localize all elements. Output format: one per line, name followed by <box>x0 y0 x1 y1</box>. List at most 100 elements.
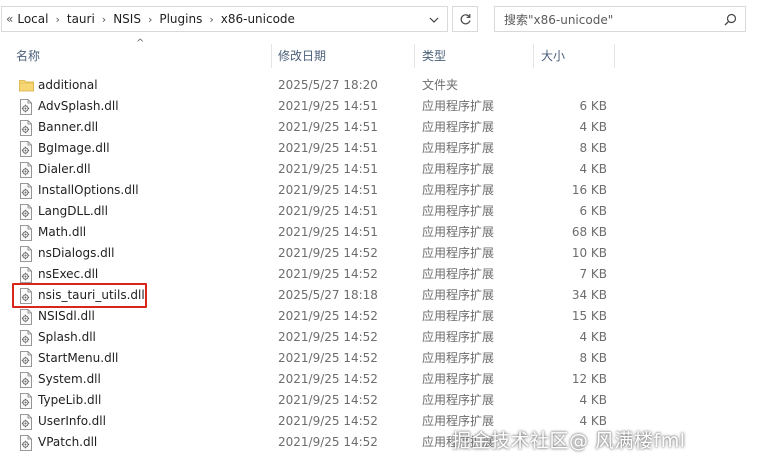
breadcrumb-tauri[interactable]: tauri <box>65 12 97 26</box>
column-divider[interactable] <box>414 44 415 68</box>
file-type: 应用程序扩展 <box>422 204 495 218</box>
file-date: 2021/9/25 14:51 <box>278 225 378 239</box>
file-size: 12 KB <box>571 372 607 386</box>
dll-file-icon <box>19 372 33 388</box>
folder-icon <box>19 78 34 93</box>
file-type: 应用程序扩展 <box>422 246 495 260</box>
refresh-button[interactable] <box>452 6 478 32</box>
file-type: 应用程序扩展 <box>422 141 495 155</box>
dll-file-icon <box>19 204 33 220</box>
sort-ascending-icon: ^ <box>136 38 145 49</box>
file-date: 2021/9/25 14:52 <box>278 267 378 281</box>
breadcrumb-separator-icon[interactable]: › <box>97 13 111 26</box>
file-name: Math.dll <box>38 225 87 239</box>
file-type: 应用程序扩展 <box>422 393 495 407</box>
breadcrumb-separator-icon[interactable]: › <box>204 13 218 26</box>
dll-file-icon <box>19 183 33 199</box>
list-item[interactable]: System.dll 2021/9/25 14:52 应用程序扩展 12 KB <box>0 369 759 390</box>
list-item[interactable]: nsExec.dll 2021/9/25 14:52 应用程序扩展 7 KB <box>0 264 759 285</box>
breadcrumb-plugins[interactable]: Plugins <box>157 12 204 26</box>
column-divider[interactable] <box>271 44 272 68</box>
file-date: 2021/9/25 14:51 <box>278 99 378 113</box>
file-type: 应用程序扩展 <box>422 309 495 323</box>
file-date: 2021/9/25 14:52 <box>278 246 378 260</box>
list-item[interactable]: AdvSplash.dll 2021/9/25 14:51 应用程序扩展 6 KB <box>0 96 759 117</box>
file-name: NSISdl.dll <box>38 309 95 323</box>
breadcrumb-local[interactable]: Local <box>15 12 50 26</box>
file-type: 应用程序扩展 <box>422 372 495 386</box>
list-item[interactable]: nsDialogs.dll 2021/9/25 14:52 应用程序扩展 10 KB <box>0 243 759 264</box>
search-box[interactable]: 搜索"x86-unicode" <box>494 6 746 32</box>
breadcrumb-nsis[interactable]: NSIS <box>111 12 143 26</box>
address-overflow-button[interactable]: « <box>2 12 15 26</box>
file-date: 2021/9/25 14:51 <box>278 204 378 218</box>
file-size: 8 KB <box>579 351 607 365</box>
file-date: 2021/9/25 14:51 <box>278 162 378 176</box>
refresh-icon <box>460 13 471 24</box>
file-size: 4 KB <box>579 330 607 344</box>
list-item[interactable]: InstallOptions.dll 2021/9/25 14:51 应用程序扩展 1… <box>0 180 759 201</box>
column-header-size[interactable]: 大小 <box>541 40 565 70</box>
file-size: 16 KB <box>571 183 607 197</box>
watermark: 掘金技术社区@ 风满楼fml <box>452 430 686 452</box>
dll-file-icon <box>19 393 33 409</box>
column-header-name[interactable]: 名称 <box>16 40 40 70</box>
breadcrumb-x86-unicode[interactable]: x86-unicode <box>219 12 297 26</box>
file-type: 应用程序扩展 <box>422 267 495 281</box>
column-header-type-label: 类型 <box>422 48 447 63</box>
dll-file-icon <box>19 246 33 262</box>
file-name: System.dll <box>38 372 101 386</box>
column-header-type[interactable]: 类型 <box>422 40 446 70</box>
list-item[interactable]: StartMenu.dll 2021/9/25 14:52 应用程序扩展 8 KB <box>0 348 759 369</box>
list-item[interactable]: NSISdl.dll 2021/9/25 14:52 应用程序扩展 15 KB <box>0 306 759 327</box>
list-item[interactable]: Dialer.dll 2021/9/25 14:51 应用程序扩展 4 KB <box>0 159 759 180</box>
highlight-box <box>12 283 147 308</box>
dll-file-icon <box>19 225 33 241</box>
list-item[interactable]: Banner.dll 2021/9/25 14:51 应用程序扩展 4 KB <box>0 117 759 138</box>
column-divider[interactable] <box>533 44 534 68</box>
file-name: VPatch.dll <box>38 435 98 449</box>
search-input[interactable]: 搜索"x86-unicode" <box>495 11 613 28</box>
file-date: 2021/9/25 14:51 <box>278 183 378 197</box>
file-name: Banner.dll <box>38 120 99 134</box>
address-bar[interactable]: « Local › tauri › NSIS › Plugins › x86-u… <box>1 6 448 32</box>
dll-file-icon <box>19 120 33 136</box>
list-item[interactable]: LangDLL.dll 2021/9/25 14:51 应用程序扩展 6 KB <box>0 201 759 222</box>
breadcrumb-separator-icon[interactable]: › <box>50 13 64 26</box>
file-name: nsDialogs.dll <box>38 246 115 260</box>
file-type: 应用程序扩展 <box>422 330 495 344</box>
file-size: 6 KB <box>579 204 607 218</box>
column-divider[interactable] <box>614 44 615 68</box>
dll-file-icon <box>19 99 33 115</box>
list-item[interactable]: TypeLib.dll 2021/9/25 14:52 应用程序扩展 4 KB <box>0 390 759 411</box>
search-icon[interactable] <box>724 13 737 26</box>
file-size: 7 KB <box>579 267 607 281</box>
list-item[interactable]: Math.dll 2021/9/25 14:51 应用程序扩展 68 KB <box>0 222 759 243</box>
file-size: 68 KB <box>571 225 607 239</box>
file-name: UserInfo.dll <box>38 414 106 428</box>
dll-file-icon <box>19 414 33 430</box>
file-type: 应用程序扩展 <box>422 120 495 134</box>
chevron-down-icon[interactable] <box>429 13 439 26</box>
breadcrumb-separator-icon[interactable]: › <box>143 13 157 26</box>
file-name: StartMenu.dll <box>38 351 119 365</box>
file-type: 应用程序扩展 <box>422 225 495 239</box>
file-date: 2021/9/25 14:52 <box>278 372 378 386</box>
file-date: 2025/5/27 18:18 <box>278 288 378 302</box>
list-item[interactable]: additional 2025/5/27 18:20 文件夹 <box>0 75 759 96</box>
file-name: TypeLib.dll <box>38 393 102 407</box>
list-item[interactable]: Splash.dll 2021/9/25 14:52 应用程序扩展 4 KB <box>0 327 759 348</box>
dll-file-icon <box>19 351 33 367</box>
column-header-date[interactable]: 修改日期 <box>278 40 326 70</box>
file-size: 4 KB <box>579 120 607 134</box>
file-date: 2021/9/25 14:52 <box>278 435 378 449</box>
file-type: 应用程序扩展 <box>422 99 495 113</box>
file-date: 2021/9/25 14:52 <box>278 414 378 428</box>
file-size: 4 KB <box>579 162 607 176</box>
file-size: 8 KB <box>579 141 607 155</box>
column-header-row: ^ 名称 修改日期 类型 大小 <box>0 38 759 70</box>
dll-file-icon <box>19 267 33 283</box>
file-date: 2021/9/25 14:52 <box>278 330 378 344</box>
file-size: 6 KB <box>579 99 607 113</box>
list-item[interactable]: BgImage.dll 2021/9/25 14:51 应用程序扩展 8 KB <box>0 138 759 159</box>
